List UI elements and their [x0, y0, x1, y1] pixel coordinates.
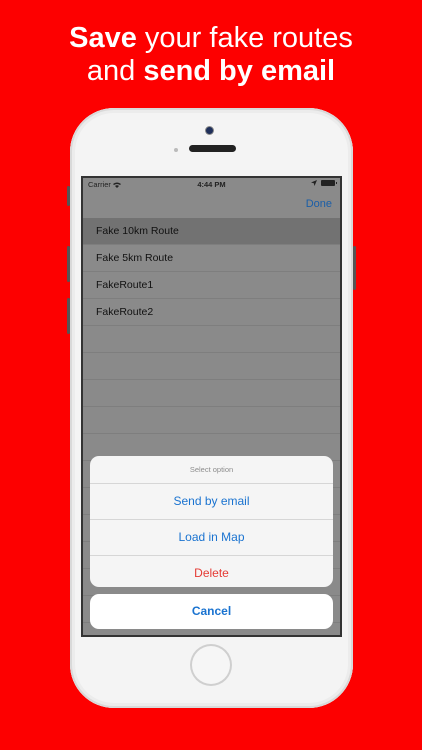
- mute-switch: [67, 186, 70, 206]
- volume-down-button: [67, 298, 70, 334]
- empty-row: [83, 380, 340, 407]
- status-icons: [311, 180, 337, 186]
- route-name: Fake 10km Route: [96, 225, 179, 237]
- load-in-map-button[interactable]: Load in Map: [90, 520, 333, 556]
- proximity-sensor: [174, 148, 178, 152]
- route-row[interactable]: FakeRoute1: [83, 272, 340, 299]
- location-arrow-icon: [311, 180, 317, 186]
- done-button[interactable]: Done: [306, 198, 332, 210]
- battery-icon: [321, 180, 337, 186]
- power-button: [353, 246, 356, 290]
- route-name: FakeRoute1: [96, 279, 154, 291]
- empty-row: [83, 353, 340, 380]
- headline-bold-1: Save: [69, 22, 137, 54]
- phone-screen: Carrier 4:44 PM Done Fake 10km Route Fak…: [83, 178, 340, 635]
- earpiece-speaker: [189, 145, 236, 152]
- empty-row: [83, 326, 340, 353]
- headline-line-1: Save your fake routes: [0, 22, 422, 55]
- route-row[interactable]: FakeRoute2: [83, 299, 340, 326]
- send-by-email-button[interactable]: Send by email: [90, 484, 333, 520]
- headline-text-1: your fake routes: [136, 22, 353, 54]
- delete-button[interactable]: Delete: [90, 556, 333, 587]
- phone-frame: Carrier 4:44 PM Done Fake 10km Route Fak…: [67, 108, 356, 708]
- headline-bold-2: send by email: [143, 55, 336, 87]
- empty-row: [83, 407, 340, 434]
- action-sheet-title: Select option: [90, 456, 333, 484]
- clock: 4:44 PM: [197, 180, 226, 189]
- route-row[interactable]: Fake 10km Route: [83, 218, 340, 245]
- promo-headline: Save your fake routes and send by email: [0, 22, 422, 88]
- home-button: [190, 644, 232, 686]
- headline-line-2: and send by email: [0, 55, 422, 88]
- cancel-button[interactable]: Cancel: [90, 594, 333, 629]
- route-row[interactable]: Fake 5km Route: [83, 245, 340, 272]
- headline-text-2: and: [86, 55, 144, 87]
- front-camera: [206, 127, 213, 134]
- route-name: FakeRoute2: [96, 306, 154, 318]
- route-name: Fake 5km Route: [96, 252, 174, 264]
- navigation-bar: Done: [83, 192, 340, 218]
- status-bar: Carrier 4:44 PM: [83, 178, 340, 192]
- action-sheet: Select option Send by email Load in Map …: [90, 456, 333, 587]
- volume-up-button: [67, 246, 70, 282]
